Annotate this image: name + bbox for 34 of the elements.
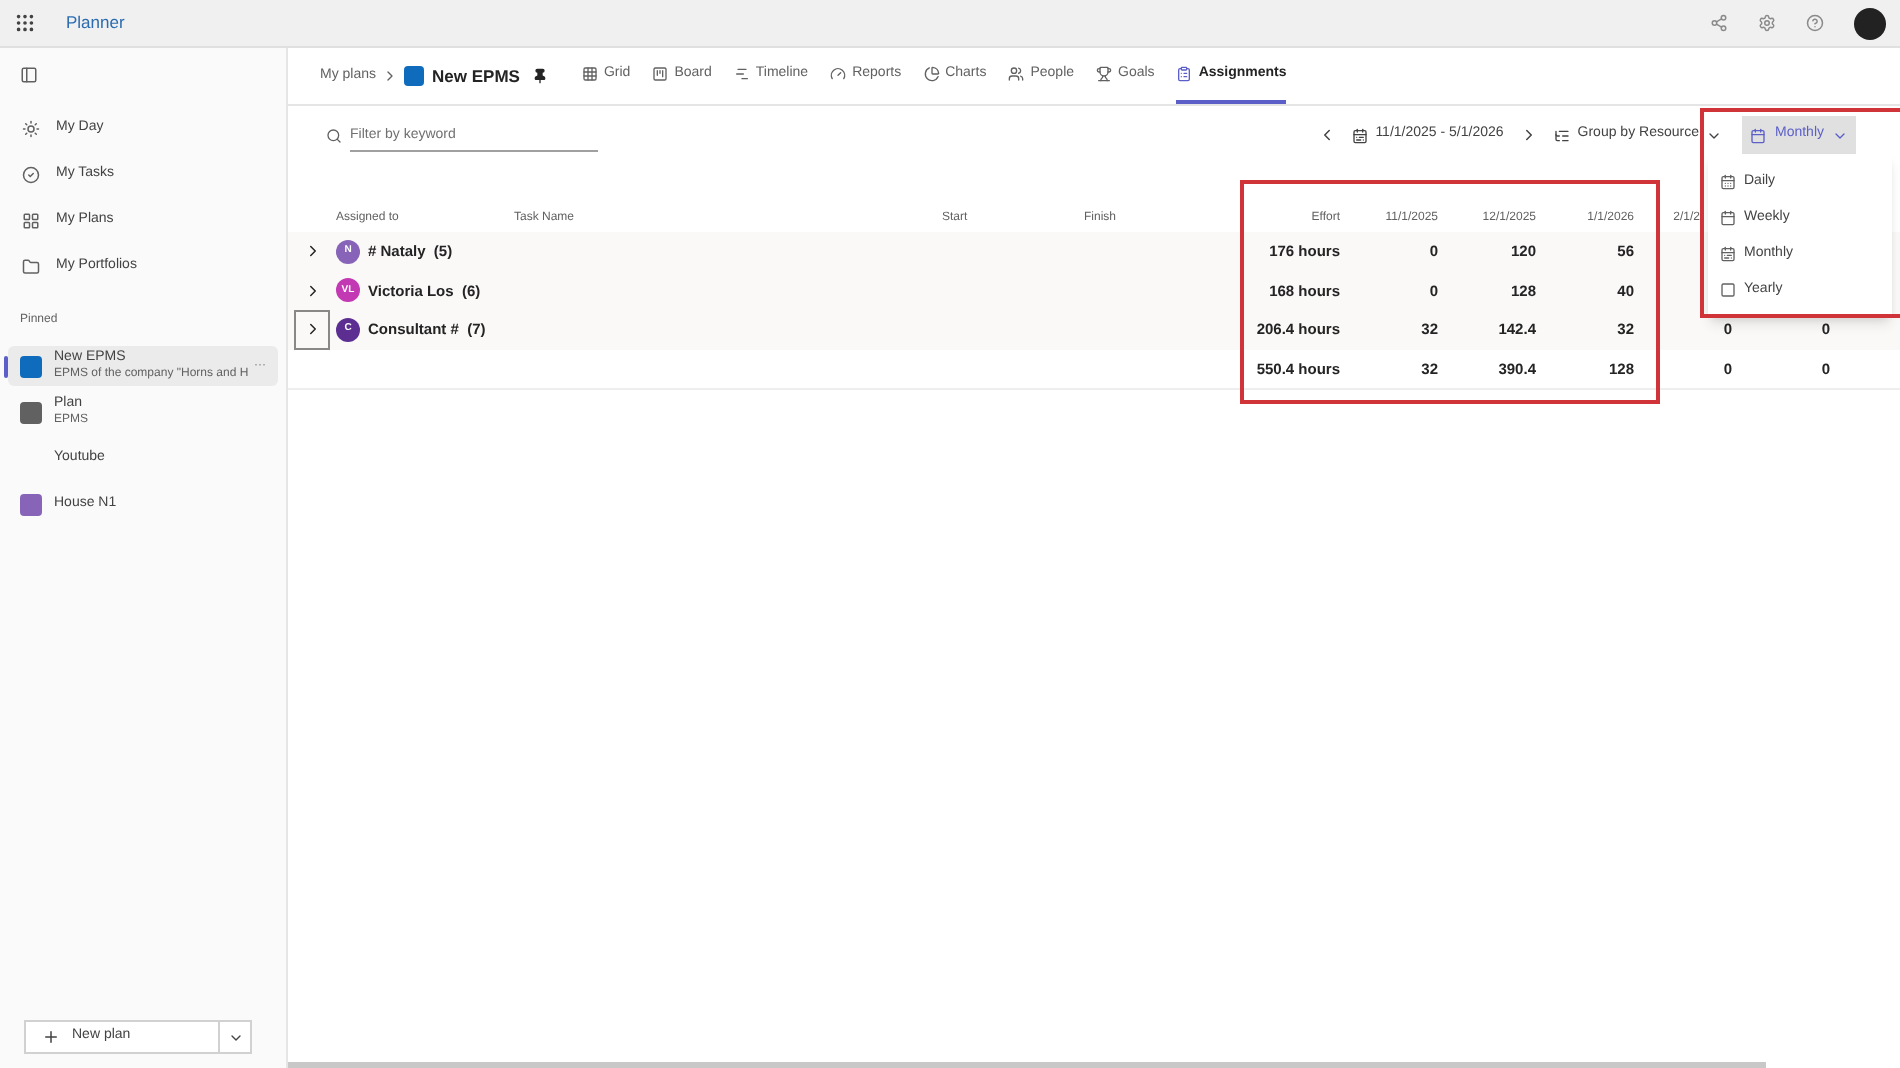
folder-icon [22, 257, 40, 275]
app-title[interactable]: Planner [66, 10, 125, 36]
gauge-icon [830, 66, 847, 82]
search-icon [326, 127, 342, 143]
calendar-icon [1351, 127, 1368, 143]
grid-icon [22, 211, 40, 229]
horizontal-scrollbar[interactable] [288, 1062, 1766, 1068]
grid-icon [581, 66, 598, 82]
collapse-sidebar-icon[interactable] [20, 66, 38, 84]
plan-name: New EPMS [432, 63, 520, 89]
sun-icon [22, 119, 40, 137]
calendar-icon [1720, 282, 1736, 298]
calendar-icon [1720, 174, 1736, 190]
board-icon [652, 66, 669, 82]
selection-indicator [4, 356, 8, 378]
expand-toggle[interactable] [294, 310, 330, 349]
plan-icon [404, 66, 425, 86]
share-icon[interactable] [1710, 14, 1728, 32]
people-icon [1008, 66, 1025, 82]
avatar-icon[interactable] [1854, 7, 1886, 39]
calendar-icon [1720, 210, 1736, 226]
help-icon[interactable] [1806, 14, 1824, 32]
timeline-icon [733, 66, 750, 82]
pie-chart-icon [923, 66, 940, 82]
list-icon [1553, 127, 1570, 143]
app-launcher-icon[interactable] [14, 12, 36, 34]
calendar-icon [1750, 127, 1767, 143]
pin-icon[interactable] [531, 68, 548, 84]
settings-icon[interactable] [1758, 14, 1776, 32]
trophy-icon [1096, 66, 1113, 82]
check-circle-icon [22, 165, 40, 183]
plus-icon [42, 1028, 60, 1046]
clipboard-icon [1176, 66, 1193, 82]
calendar-icon [1720, 246, 1736, 262]
